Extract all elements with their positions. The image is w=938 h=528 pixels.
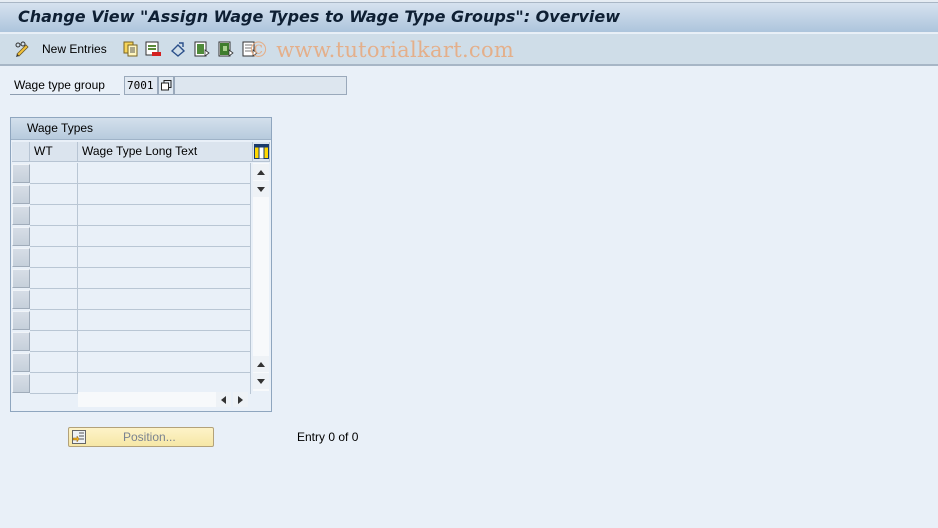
wage-types-table: Wage Types WT Wage Type Long Text: [10, 117, 272, 412]
cell-long-text[interactable]: [78, 289, 251, 310]
cell-wt[interactable]: [30, 163, 78, 184]
cell-wt[interactable]: [30, 331, 78, 352]
undo-icon: [170, 41, 186, 57]
triangle-right-icon: [238, 395, 243, 404]
cell-long-text[interactable]: [78, 352, 251, 373]
delete-icon: [145, 41, 161, 57]
triangle-left-icon: [221, 395, 226, 404]
page-up-button[interactable]: [253, 356, 269, 372]
cell-long-text[interactable]: [78, 184, 251, 205]
new-entries-label: New Entries: [42, 42, 107, 56]
select-all-icon: [194, 41, 210, 57]
column-header-long-text[interactable]: Wage Type Long Text: [78, 142, 253, 162]
scroll-left-button[interactable]: [216, 392, 231, 407]
copy-icon: [122, 41, 138, 57]
undo-change-button[interactable]: [170, 40, 186, 58]
table-settings-button[interactable]: [253, 142, 270, 162]
select-all-rows-header[interactable]: [12, 142, 30, 162]
triangle-up-icon: [257, 169, 265, 175]
page-title: Change View "Assign Wage Types to Wage T…: [18, 7, 620, 26]
cell-wt[interactable]: [30, 247, 78, 268]
select-block-icon: [218, 41, 234, 57]
cell-long-text[interactable]: [78, 163, 251, 184]
cell-long-text[interactable]: [78, 331, 251, 352]
row-selector[interactable]: [12, 290, 30, 309]
cell-long-text[interactable]: [78, 268, 251, 289]
cell-wt[interactable]: [30, 184, 78, 205]
scroll-up-button[interactable]: [253, 164, 269, 180]
cell-wt[interactable]: [30, 310, 78, 331]
cell-long-text[interactable]: [78, 373, 251, 394]
cell-long-text[interactable]: [78, 310, 251, 331]
cell-long-text[interactable]: [78, 247, 251, 268]
select-block-button[interactable]: [218, 40, 234, 58]
triangle-up-icon: [257, 361, 265, 367]
triangle-down-icon: [257, 378, 265, 384]
row-selector[interactable]: [12, 164, 30, 183]
row-selector[interactable]: [12, 311, 30, 330]
cell-wt[interactable]: [30, 289, 78, 310]
position-button-label: Position...: [123, 430, 176, 444]
page-down-button[interactable]: [253, 373, 269, 389]
cell-wt[interactable]: [30, 268, 78, 289]
row-selector[interactable]: [12, 206, 30, 225]
cell-wt[interactable]: [30, 226, 78, 247]
scroll-down-button[interactable]: [253, 181, 269, 197]
position-button[interactable]: Position...: [68, 427, 214, 447]
copy-window-icon: [161, 80, 172, 94]
row-selector[interactable]: [12, 332, 30, 351]
horizontal-scrollbar[interactable]: [78, 392, 216, 407]
row-selector[interactable]: [12, 374, 30, 393]
cell-wt[interactable]: [30, 352, 78, 373]
triangle-down-icon: [257, 186, 265, 192]
watermark: © www.tutorialkart.com: [248, 38, 515, 62]
column-header-wt[interactable]: WT: [30, 142, 78, 162]
title-bar: Change View "Assign Wage Types to Wage T…: [0, 3, 938, 33]
table-settings-icon: [254, 144, 269, 165]
delete-button[interactable]: [145, 40, 161, 58]
table-title: Wage Types: [11, 118, 271, 140]
select-all-button[interactable]: [194, 40, 210, 58]
wage-type-group-label: Wage type group: [10, 76, 120, 95]
entry-counter: Entry 0 of 0: [297, 430, 359, 444]
new-entries-button[interactable]: New Entries: [42, 40, 107, 58]
copy-as-button[interactable]: [122, 40, 138, 58]
position-icon: [72, 430, 86, 447]
cell-wt[interactable]: [30, 373, 78, 394]
row-selector[interactable]: [12, 227, 30, 246]
scroll-right-button[interactable]: [233, 392, 248, 407]
cell-long-text[interactable]: [78, 226, 251, 247]
wage-type-group-field[interactable]: 7001: [124, 76, 158, 95]
row-selector[interactable]: [12, 185, 30, 204]
row-selector[interactable]: [12, 353, 30, 372]
pencil-glasses-icon: [14, 41, 30, 57]
vertical-scrollbar[interactable]: [253, 163, 269, 391]
row-selector[interactable]: [12, 248, 30, 267]
wage-type-group-details-button[interactable]: [158, 76, 174, 95]
display-change-button[interactable]: [14, 40, 30, 58]
cell-long-text[interactable]: [78, 205, 251, 226]
cell-wt[interactable]: [30, 205, 78, 226]
wage-type-group-description: [174, 76, 347, 95]
row-selector[interactable]: [12, 269, 30, 288]
